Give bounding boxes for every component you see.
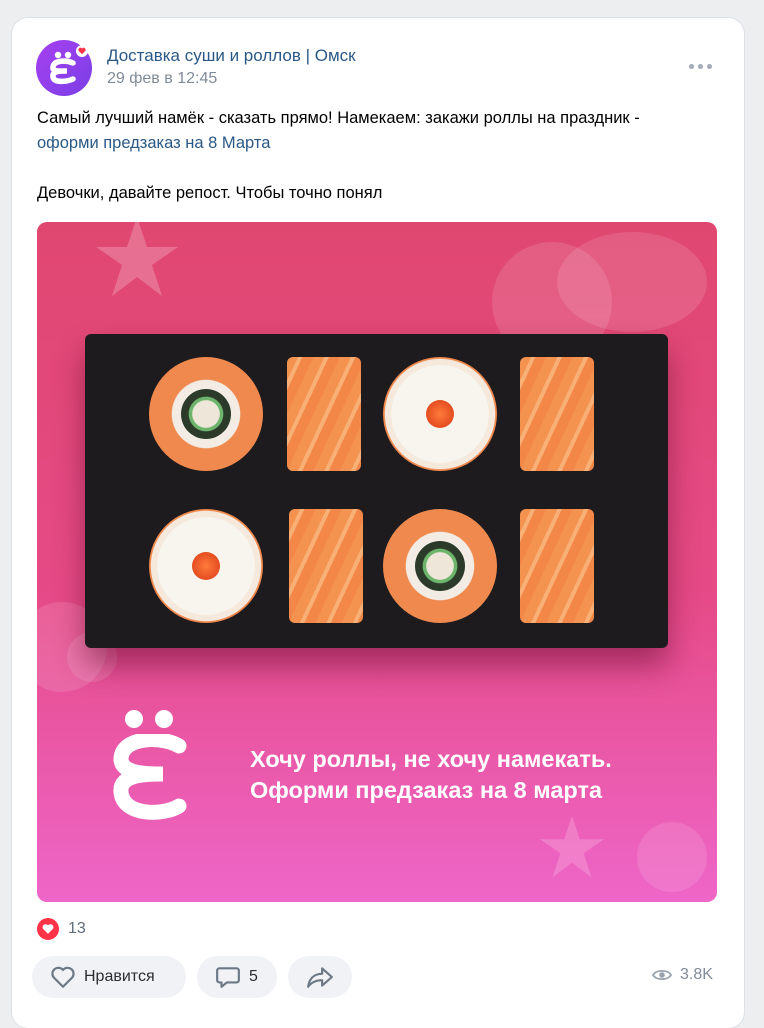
like-label: Нравится [84,968,155,985]
post-date[interactable]: 29 фев в 12:45 [107,70,217,88]
group-avatar[interactable] [36,40,92,96]
brand-logo-icon [111,710,187,822]
starfish-icon [540,815,604,878]
eye-icon [652,969,672,981]
comment-button[interactable]: 5 [197,956,277,998]
like-button[interactable]: Нравится [32,956,186,998]
salmon-roll [520,509,594,623]
share-icon [307,967,333,988]
views-count: 3.8K [680,966,713,983]
salmon-roll [289,509,363,623]
salmon-roll [520,357,594,471]
starfish-icon [96,222,178,296]
post-text-line: Самый лучший намёк - сказать прямо! Наме… [37,109,640,127]
views-counter: 3.8K [652,966,713,984]
cream-cheese-roll [383,357,497,471]
post-image[interactable]: Хочу роллы, не хочу намекать. Оформи пре… [37,222,717,902]
comment-count: 5 [249,968,258,985]
uramaki-roll [149,357,263,471]
uramaki-roll [383,509,497,623]
promo-slogan: Хочу роллы, не хочу намекать. Оформи пре… [250,744,612,806]
reactions-count: 13 [68,920,86,937]
heart-badge-icon [76,45,88,57]
reactions-summary[interactable]: 13 [37,918,86,940]
slogan-line: Оформи предзаказ на 8 марта [250,777,603,803]
sushi-tray [85,334,668,648]
heart-outline-icon [51,966,75,988]
preorder-link[interactable]: оформи предзаказ на 8 Марта [37,134,270,152]
group-name-link[interactable]: Доставка суши и роллов | Омск [107,46,356,66]
more-options-icon[interactable] [686,56,716,78]
share-button[interactable] [288,956,352,998]
post-text: Самый лучший намёк - сказать прямо! Наме… [37,106,727,206]
heart-icon [37,918,59,940]
comment-icon [216,967,240,988]
salmon-roll [287,357,361,471]
post-text-line: Девочки, давайте репост. Чтобы точно пон… [37,184,383,202]
slogan-line: Хочу роллы, не хочу намекать. [250,746,612,772]
decoration [637,822,707,892]
decoration [557,232,707,332]
cream-cheese-roll [149,509,263,623]
